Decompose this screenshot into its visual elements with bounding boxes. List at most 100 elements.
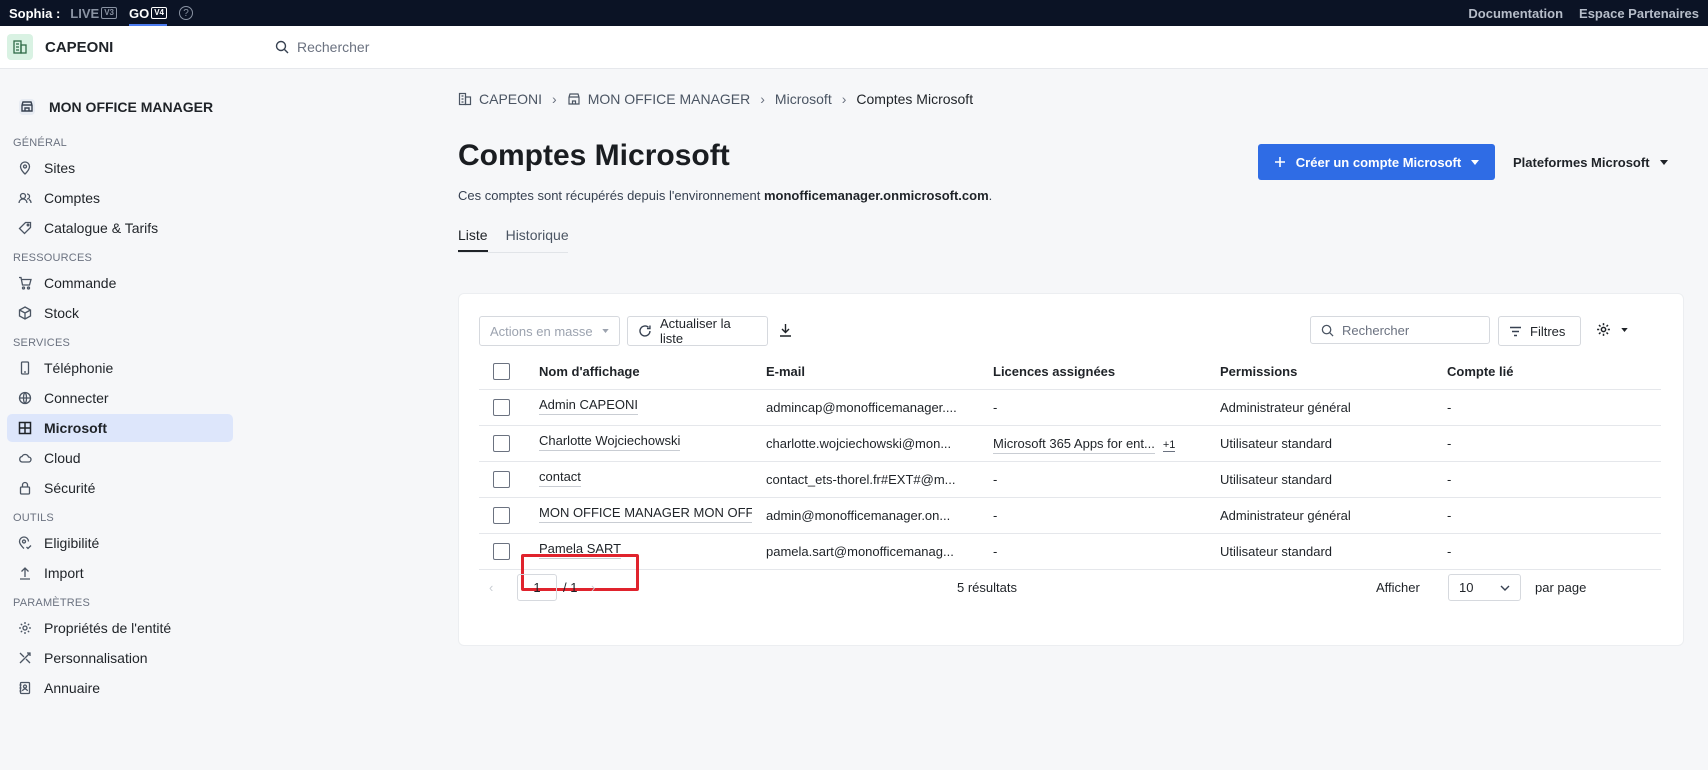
env-go-label: GO: [128, 5, 150, 21]
table-row[interactable]: MON OFFICE MANAGER MON OFFIC admin@monof…: [479, 497, 1661, 534]
pagination: ‹ 1 / 1 › 5 résultats Afficher 10 par pa…: [479, 574, 1663, 602]
download-icon[interactable]: [779, 323, 792, 340]
main-content: CAPEONI › MON OFFICE MANAGER › Microsoft…: [458, 69, 1684, 646]
row-checkbox[interactable]: [493, 398, 510, 416]
sidebar-entity[interactable]: MON OFFICE MANAGER: [0, 87, 240, 127]
sidebar-item-personnalisation[interactable]: Personnalisation: [7, 644, 233, 672]
breadcrumb-item-org[interactable]: CAPEONI: [458, 91, 542, 107]
sidebar-entity-label: MON OFFICE MANAGER: [49, 99, 214, 115]
breadcrumb-separator-icon: ›: [552, 91, 557, 107]
sidebar-item-label: Propriétés de l'entité: [44, 620, 172, 636]
building-icon: [458, 92, 472, 106]
sidebar-item-connecter[interactable]: Connecter: [7, 384, 233, 412]
breadcrumb-item-entity[interactable]: MON OFFICE MANAGER: [567, 91, 751, 107]
upload-icon: [20, 567, 30, 580]
account-licence: -: [993, 533, 1220, 570]
sidebar-item-annuaire[interactable]: Annuaire: [7, 674, 233, 702]
caret-down-icon: [1621, 327, 1628, 332]
users-icon: [18, 192, 32, 204]
sidebar-item-label: Cloud: [44, 450, 81, 466]
documentation-link[interactable]: Documentation: [1468, 6, 1563, 21]
table-row[interactable]: Admin CAPEONI admincap@monofficemanager.…: [479, 389, 1661, 426]
breadcrumb-item-microsoft[interactable]: Microsoft: [775, 91, 832, 107]
row-checkbox[interactable]: [493, 542, 510, 560]
refresh-list-button[interactable]: Actualiser la liste: [627, 316, 768, 346]
sidebar-item-cloud[interactable]: Cloud: [7, 444, 233, 472]
page-number-input[interactable]: 1: [517, 574, 557, 601]
sidebar-item-telephonie[interactable]: Téléphonie: [7, 354, 233, 382]
sidebar-item-label: Annuaire: [44, 680, 101, 696]
row-checkbox[interactable]: [493, 506, 510, 524]
account-permission: Administrateur général: [1220, 497, 1447, 534]
partners-link[interactable]: Espace Partenaires: [1579, 6, 1699, 21]
account-linked: -: [1447, 497, 1661, 534]
tab-historique[interactable]: Historique: [506, 227, 569, 252]
licence-link[interactable]: Microsoft 365 Apps for ent...: [993, 435, 1155, 454]
location-pin-icon: [19, 161, 31, 175]
sidebar-item-import[interactable]: Import: [7, 559, 233, 587]
licence-more-badge[interactable]: +1: [1162, 438, 1176, 452]
col-header-name[interactable]: Nom d'affichage: [539, 355, 766, 390]
row-checkbox[interactable]: [493, 434, 510, 452]
sidebar-item-commande[interactable]: Commande: [7, 269, 233, 297]
sidebar-item-proprietes[interactable]: Propriétés de l'entité: [7, 614, 233, 642]
sidebar-item-stock[interactable]: Stock: [7, 299, 233, 327]
col-header-permissions[interactable]: Permissions: [1220, 355, 1447, 390]
row-checkbox[interactable]: [493, 470, 510, 488]
sidebar-item-sites[interactable]: Sites: [7, 154, 233, 182]
col-header-licences[interactable]: Licences assignées: [993, 355, 1220, 390]
env-go-switch[interactable]: GO V4: [128, 0, 168, 26]
sidebar-item-catalogue[interactable]: Catalogue & Tarifs: [7, 214, 233, 242]
per-page-select[interactable]: 10: [1448, 574, 1521, 601]
col-header-email[interactable]: E-mail: [766, 355, 993, 390]
show-label: Afficher: [1376, 580, 1420, 595]
sidebar-item-securite[interactable]: Sécurité: [7, 474, 233, 502]
table-row[interactable]: Pamela SART pamela.sart@monofficemanag..…: [479, 533, 1661, 570]
top-bar: Sophia : LIVE V3 GO V4 ? Documentation Esp…: [0, 0, 1708, 26]
section-parametres: PARAMÈTRES: [13, 597, 90, 609]
cloud-icon: [19, 453, 32, 463]
account-name-link[interactable]: contact: [539, 469, 581, 487]
account-linked: -: [1447, 533, 1661, 570]
page-description-text: Ces comptes sont récupérés depuis l'envi…: [458, 188, 764, 203]
account-name-link[interactable]: Charlotte Wojciechowski: [539, 433, 681, 451]
table-row[interactable]: Charlotte Wojciechowski charlotte.wojcie…: [479, 425, 1661, 462]
column-settings-button[interactable]: [1596, 322, 1628, 337]
breadcrumb-item-current: Comptes Microsoft: [856, 91, 974, 107]
tag-icon: [18, 221, 32, 235]
page-description: Ces comptes sont récupérés depuis l'envi…: [458, 188, 1684, 203]
select-all-checkbox[interactable]: [493, 363, 510, 381]
caret-down-icon: [1471, 159, 1480, 165]
sidebar-item-comptes[interactable]: Comptes: [7, 184, 233, 212]
table-row[interactable]: contact contact_ets-thorel.fr#EXT#@m... …: [479, 461, 1661, 498]
account-linked: -: [1447, 425, 1661, 462]
account-permission: Utilisateur standard: [1220, 425, 1447, 462]
prev-page-icon[interactable]: ‹: [489, 580, 493, 595]
col-header-linked[interactable]: Compte lié: [1447, 355, 1661, 390]
filters-button[interactable]: Filtres: [1498, 316, 1581, 346]
sidebar-item-eligibilite[interactable]: Eligibilité: [7, 529, 233, 557]
map-pin-check-icon: [18, 536, 32, 550]
account-name-link[interactable]: Admin CAPEONI: [539, 397, 638, 415]
breadcrumb: CAPEONI › MON OFFICE MANAGER › Microsoft…: [458, 91, 1684, 107]
help-icon[interactable]: ?: [179, 6, 194, 20]
env-live-switch[interactable]: LIVE V3: [70, 0, 117, 26]
global-search[interactable]: Rechercher: [275, 39, 369, 55]
env-go-version: V4: [151, 7, 168, 19]
platforms-button[interactable]: Plateformes Microsoft: [1513, 144, 1668, 180]
org-name[interactable]: CAPEONI: [45, 39, 113, 56]
tools-icon: [19, 652, 31, 664]
mass-actions-dropdown[interactable]: Actions en masse: [479, 316, 620, 346]
create-account-button[interactable]: Créer un compte Microsoft: [1258, 144, 1495, 180]
sidebar-item-microsoft[interactable]: Microsoft: [7, 414, 233, 442]
contact-book-icon: [19, 681, 31, 695]
create-account-label: Créer un compte Microsoft: [1295, 154, 1462, 170]
next-page-icon[interactable]: ›: [591, 580, 595, 595]
account-name-link[interactable]: MON OFFICE MANAGER MON OFFIC: [539, 505, 752, 523]
breadcrumb-label: MON OFFICE MANAGER: [587, 91, 751, 107]
account-email: pamela.sart@monofficemanag...: [766, 533, 993, 570]
account-linked: -: [1447, 461, 1661, 498]
table-search-input[interactable]: Rechercher: [1310, 316, 1490, 344]
tab-liste[interactable]: Liste: [458, 227, 488, 252]
org-logo-icon[interactable]: [7, 34, 33, 60]
